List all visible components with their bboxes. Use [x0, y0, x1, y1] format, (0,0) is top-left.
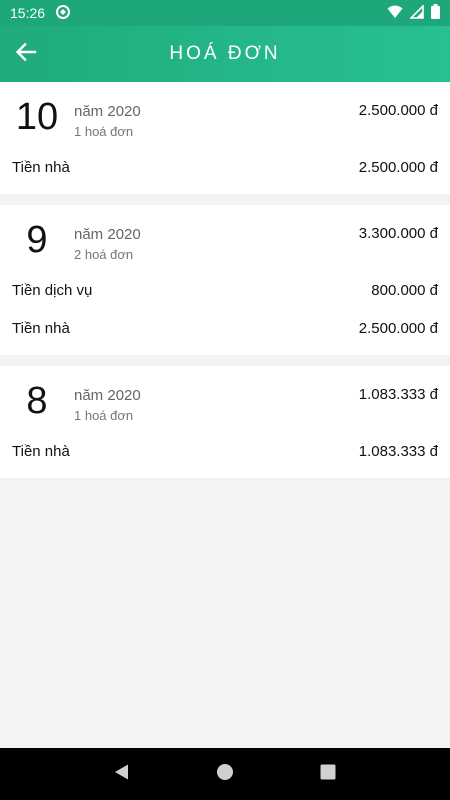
invoice-card-header: 10 năm 2020 1 hoá đơn 2.500.000 đ: [0, 82, 450, 148]
wifi-icon: [387, 5, 403, 22]
year-label: năm 2020: [74, 103, 141, 120]
invoice-items: Tiền nhà 2.500.000 đ: [0, 148, 450, 194]
item-amount: 2.500.000 đ: [358, 158, 438, 176]
item-label: Tiền nhà: [12, 158, 70, 176]
invoice-item-row[interactable]: Tiền nhà 2.500.000 đ: [0, 148, 450, 186]
item-amount: 800.000 đ: [371, 281, 438, 299]
year-label: năm 2020: [74, 387, 141, 404]
year-label: năm 2020: [74, 226, 141, 243]
status-bar: 15:26: [0, 0, 450, 26]
battery-icon: [431, 4, 440, 22]
invoice-items: Tiền nhà 1.083.333 đ: [0, 432, 450, 478]
invoice-item-row[interactable]: Tiền nhà 1.083.333 đ: [0, 432, 450, 470]
invoice-items: Tiền dịch vụ 800.000 đ Tiền nhà 2.500.00…: [0, 271, 450, 355]
item-label: Tiền nhà: [12, 442, 70, 460]
total-amount: 3.300.000 đ: [358, 225, 438, 242]
back-button[interactable]: [12, 40, 40, 68]
invoice-card-month-9[interactable]: 9 năm 2020 2 hoá đơn 3.300.000 đ Tiền dị…: [0, 205, 450, 355]
page-title: HOÁ ĐƠN: [169, 43, 281, 64]
invoice-list: 10 năm 2020 1 hoá đơn 2.500.000 đ Tiền n…: [0, 82, 450, 748]
total-amount: 2.500.000 đ: [358, 102, 438, 119]
invoice-card-header: 8 năm 2020 1 hoá đơn 1.083.333 đ: [0, 366, 450, 432]
app-bar: HOÁ ĐƠN: [0, 26, 450, 82]
system-nav-bar: [0, 748, 450, 800]
month-number: 9: [26, 219, 48, 261]
item-label: Tiền nhà: [12, 319, 70, 337]
triangle-back-icon: [113, 763, 131, 786]
invoice-count: 1 hoá đơn: [74, 124, 134, 139]
total-amount: 1.083.333 đ: [358, 386, 438, 403]
month-number: 8: [26, 380, 48, 422]
item-label: Tiền dịch vụ: [12, 281, 93, 299]
invoice-card-month-10[interactable]: 10 năm 2020 1 hoá đơn 2.500.000 đ Tiền n…: [0, 82, 450, 194]
invoice-card-month-8[interactable]: 8 năm 2020 1 hoá đơn 1.083.333 đ Tiền nh…: [0, 366, 450, 478]
status-right: [387, 3, 440, 22]
nav-recents-button[interactable]: [316, 762, 340, 786]
invoice-count: 2 hoá đơn: [74, 247, 134, 262]
nav-home-button[interactable]: [213, 762, 237, 786]
sync-icon: [55, 4, 71, 23]
status-time: 15:26: [10, 5, 46, 21]
signal-icon: [409, 3, 424, 22]
arrow-left-icon: [15, 41, 37, 68]
square-recents-icon: [320, 764, 336, 785]
nav-back-button[interactable]: [110, 762, 134, 786]
item-amount: 2.500.000 đ: [358, 319, 438, 337]
status-left: 15:26: [10, 4, 71, 23]
month-number: 10: [15, 96, 59, 138]
invoice-item-row[interactable]: Tiền nhà 2.500.000 đ: [0, 309, 450, 347]
invoice-card-header: 9 năm 2020 2 hoá đơn 3.300.000 đ: [0, 205, 450, 271]
invoice-count: 1 hoá đơn: [74, 408, 134, 423]
item-amount: 1.083.333 đ: [358, 442, 438, 460]
invoice-item-row[interactable]: Tiền dịch vụ 800.000 đ: [0, 271, 450, 309]
circle-home-icon: [216, 763, 234, 786]
